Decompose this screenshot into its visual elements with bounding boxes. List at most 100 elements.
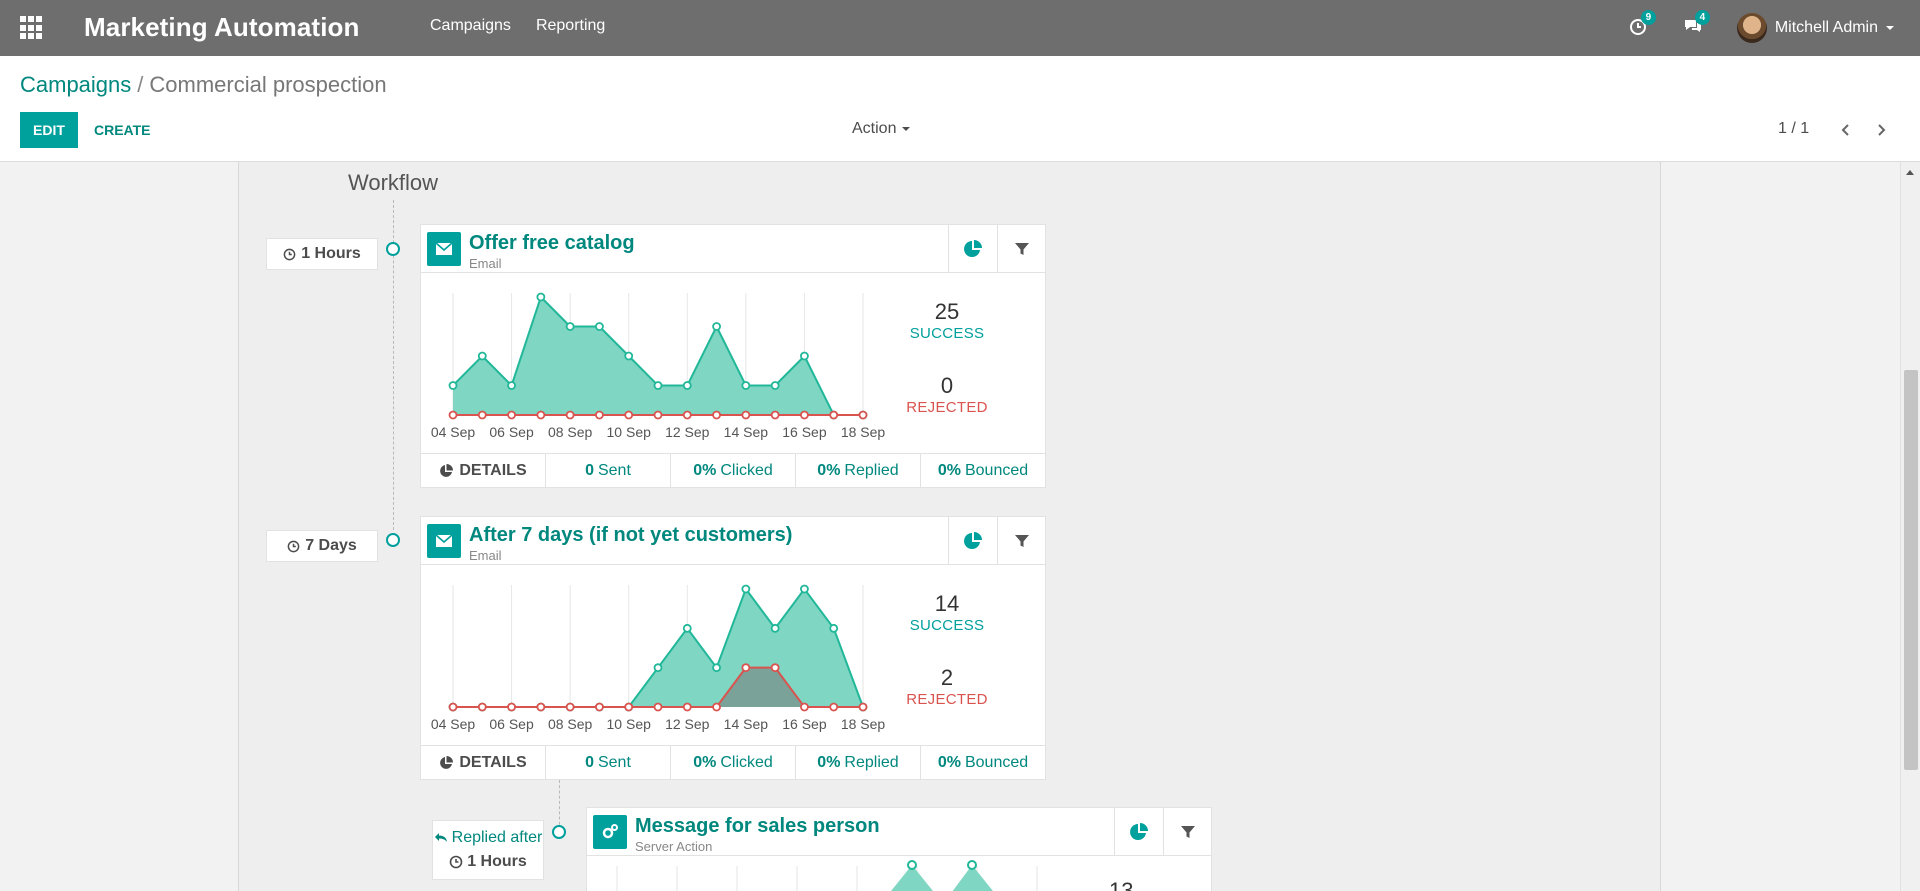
scroll-up-icon[interactable] [1906,170,1914,175]
pie-chart-icon [1130,822,1148,840]
activity-button[interactable]: 9 [1629,10,1656,40]
success-stat[interactable]: 14 SUCCESS [887,591,1007,634]
apps-menu-icon[interactable] [20,16,44,40]
trigger-label: 7 Days [305,537,357,554]
data-point [829,410,839,420]
activity-count-badge: 9 [1640,10,1656,25]
avatar [1736,13,1767,43]
data-point [682,381,692,390]
child-trigger-tag: Replied after 1 Hours [432,820,544,880]
bounced-stat[interactable]: 0% Bounced [921,454,1045,487]
bounced-stat[interactable]: 0% Bounced [921,746,1045,779]
chevron-right-icon [1878,124,1886,136]
activity-header[interactable]: After 7 days (if not yet customers) Emai… [421,517,949,565]
data-point [595,702,604,712]
activity-card: After 7 days (if not yet customers) Emai… [420,516,1046,780]
data-point [829,623,839,633]
rejected-stat[interactable]: 2 REJECTED [887,665,1007,708]
filter-icon [1015,534,1029,547]
filter-button[interactable] [1164,808,1212,856]
data-point [653,381,663,390]
data-point [682,702,692,712]
app-brand[interactable]: Marketing Automation [84,12,359,43]
clicked-stat[interactable]: 0% Clicked [671,746,796,779]
data-point [507,381,516,390]
data-point [507,702,516,712]
filter-button[interactable] [998,225,1046,273]
x-tick-label: 04 Sep [431,424,476,440]
activity-card: Message for sales person Server Action 1… [586,807,1212,891]
x-tick-label: 08 Sep [548,424,593,440]
create-button[interactable]: CREATE [94,112,151,148]
messages-count-badge: 4 [1694,10,1710,25]
activity-header[interactable]: Message for sales person Server Action [587,808,1115,856]
rejected-stat[interactable]: 0 REJECTED [887,373,1007,416]
pager-next-button[interactable] [1869,118,1893,142]
x-tick-label: 06 Sep [489,424,534,440]
details-label: DETAILS [459,753,527,771]
activity-card: Offer free catalog Email 04 Sep 06 Sep 08 … [420,224,1046,488]
success-stat[interactable]: 25 SUCCESS [887,299,1007,342]
filter-button[interactable] [998,517,1046,565]
activity-footer: DETAILS 0 Sent 0% Clicked 0% Replied 0% Boun… [421,745,1045,779]
details-button[interactable]: DETAILS [421,454,546,487]
user-menu[interactable]: Mitchell Admin [1736,13,1894,43]
data-point [712,322,721,331]
data-point [800,410,809,420]
menu-campaigns[interactable]: Campaigns [430,17,511,35]
details-label: DETAILS [459,461,527,479]
data-point [770,663,780,673]
data-point [448,381,458,390]
replied-after-label: Replied after [433,829,543,847]
activity-chart [616,860,1038,891]
data-point [741,584,751,594]
data-point [536,410,546,420]
sent-stat[interactable]: 0 Sent [546,746,671,779]
data-point [565,702,575,712]
data-point [595,410,604,420]
rejected-label: REJECTED [906,691,988,708]
pager-value: 1 / 1 [1778,120,1810,137]
data-point [712,702,721,712]
clicked-stat[interactable]: 0% Clicked [671,454,796,487]
success-count: 14 [934,591,960,616]
x-tick-label: 04 Sep [431,716,476,732]
page-scrollbar[interactable] [1900,162,1920,891]
activity-title: After 7 days (if not yet customers) [469,524,793,546]
details-button[interactable]: DETAILS [421,746,546,779]
success-label: SUCCESS [909,617,985,634]
breadcrumb-separator: / [137,72,144,97]
gears-icon [593,815,627,849]
top-navbar: Marketing Automation Campaigns Reporting… [0,0,1920,56]
messages-button[interactable]: 4 [1683,10,1710,40]
x-tick-label: 06 Sep [489,716,534,732]
filter-icon [1015,242,1029,255]
breadcrumb-campaigns[interactable]: Campaigns [20,72,131,97]
data-point [682,410,692,420]
sent-stat[interactable]: 0 Sent [546,454,671,487]
workflow-connector [559,780,560,830]
graph-button[interactable] [1115,808,1164,856]
pager-previous-button[interactable] [1834,118,1858,142]
graph-button[interactable] [949,517,998,565]
workflow-node [386,533,400,547]
activity-chart: 04 Sep 06 Sep 08 Sep 10 Sep 12 Sep 14 Sep 16 S… [431,292,885,440]
clock-icon [283,248,296,260]
replied-value: 0% [817,461,841,479]
scroll-thumb[interactable] [1904,370,1918,770]
activity-header[interactable]: Offer free catalog Email [421,225,949,273]
replied-label: Replied [844,461,899,479]
graph-button[interactable] [949,225,998,273]
main-menu: Campaigns Reporting [430,17,605,35]
data-point [770,623,780,633]
replied-stat[interactable]: 0% Replied [796,454,921,487]
success-label: SUCCESS [909,325,985,342]
x-tick-label: 16 Sep [782,424,827,440]
replied-stat[interactable]: 0% Replied [796,746,921,779]
edit-button[interactable]: EDIT [20,112,78,148]
user-name: Mitchell Admin [1774,19,1878,36]
activity-title: Offer free catalog [469,232,635,254]
pie-chart-icon [964,531,982,549]
action-dropdown[interactable]: Action [852,120,911,138]
menu-reporting[interactable]: Reporting [536,17,605,35]
